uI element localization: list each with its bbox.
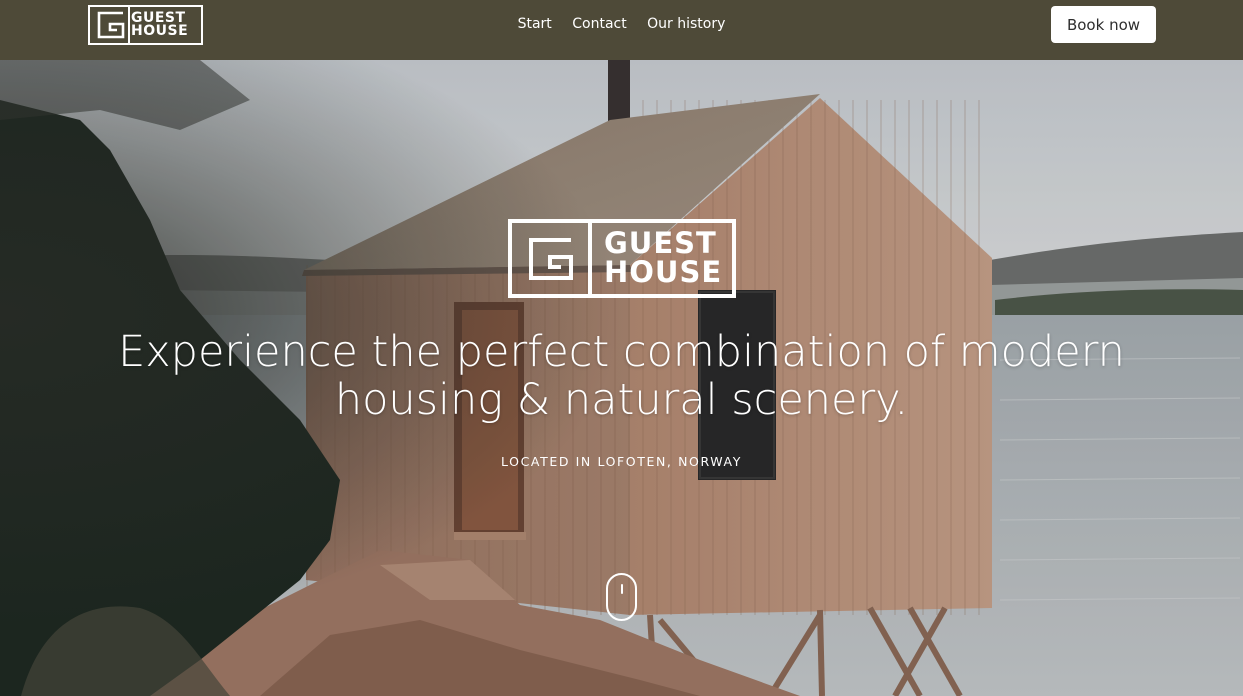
nav-contact[interactable]: Contact [572,16,626,32]
book-now-button[interactable]: Book now [1051,6,1156,43]
hero-location: LOCATED IN LOFOTEN, NORWAY [501,454,742,469]
hero-headline-line2: housing & natural scenery. [334,375,909,425]
hero-logo: GUEST HOUSE [508,219,736,298]
logo-divider [588,219,592,298]
hero-section: GUEST HOUSE Experience the perfect combi… [0,60,1243,696]
hero-logo-word-guest: GUEST [604,226,717,260]
top-navigation-bar: GUEST HOUSE Start Contact Our history Bo… [0,0,1243,60]
nav-our-history[interactable]: Our history [647,16,725,32]
hero-headline-line1: Experience the perfect combination of mo… [118,327,1125,377]
hero-headline: Experience the perfect combination of mo… [0,328,1243,424]
hero-logo-word-house: HOUSE [604,255,723,289]
nav-start[interactable]: Start [518,16,552,32]
g-logo-icon [529,238,573,280]
scroll-mouse-icon[interactable] [606,573,637,621]
hero-logo-wordmark: GUEST HOUSE [604,229,722,287]
scroll-wheel [621,584,623,594]
